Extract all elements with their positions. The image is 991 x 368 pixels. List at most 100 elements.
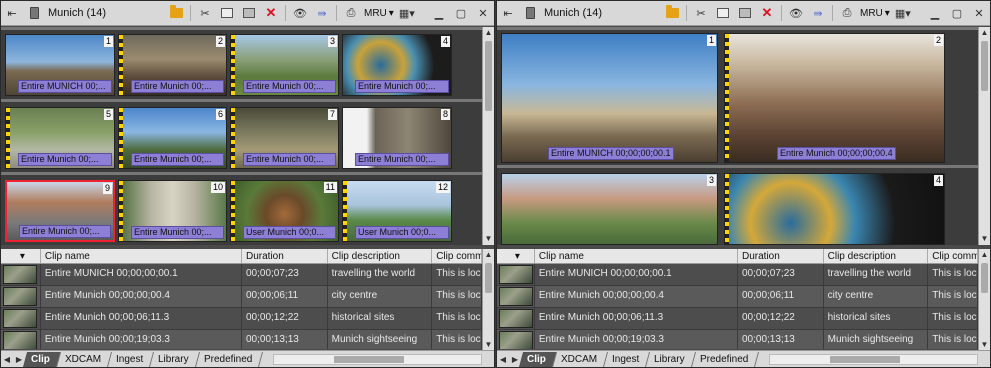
scroll-thumb[interactable] — [830, 356, 900, 363]
copy-icon[interactable] — [712, 3, 734, 24]
tab-clip[interactable]: Clip — [22, 351, 61, 367]
tab-ingest[interactable]: Ingest — [604, 351, 651, 367]
delete-icon[interactable]: ✕ — [756, 3, 778, 24]
clip-thumbnail-selected[interactable]: 9 Entire Munich 00;... — [5, 180, 115, 242]
column-header[interactable]: Duration — [738, 249, 824, 263]
minimize-icon[interactable]: ▁ — [924, 3, 946, 24]
pin-icon[interactable]: ⇤ — [497, 3, 519, 24]
clip-thumbnail[interactable]: 1 Entire MUNICH 00;00;00;00.1 — [501, 33, 718, 163]
thumb-column-header[interactable]: ▾ — [1, 249, 41, 263]
thumb-column-header[interactable]: ▾ — [497, 249, 535, 263]
clip-thumbnail[interactable]: 4 — [724, 173, 945, 245]
marker-strip — [231, 35, 235, 95]
maximize-icon[interactable]: ▢ — [450, 3, 472, 24]
maximize-icon[interactable]: ▢ — [946, 3, 968, 24]
column-header[interactable]: Clip comm — [928, 249, 978, 263]
mru-dropdown[interactable]: MRU ▾ — [858, 8, 892, 19]
tab-xdcam[interactable]: XDCAM — [552, 351, 609, 367]
scroll-up-icon[interactable]: ▲ — [979, 27, 990, 39]
copy-icon[interactable] — [216, 3, 238, 24]
thumbnail-scrollbar[interactable]: ▲ ▼ — [482, 27, 494, 245]
table-row[interactable]: Entire MUNICH 00;00;00;00.1 00;00;07;23 … — [497, 264, 978, 286]
tab-predefined[interactable]: Predefined — [195, 351, 264, 367]
comment-cell: This is local — [928, 330, 978, 349]
table-row[interactable]: Entire Munich 00;00;06;11.3 00;00;12;22 … — [1, 308, 482, 330]
clip-thumbnail[interactable]: 2 Entire Munich 00;... — [118, 34, 227, 96]
folder-up-icon[interactable] — [165, 3, 187, 24]
cut-icon[interactable]: ✂ — [690, 3, 712, 24]
close-icon[interactable]: ✕ — [968, 3, 990, 24]
tab-clip[interactable]: Clip — [518, 351, 557, 367]
delete-icon[interactable]: ✕ — [260, 3, 282, 24]
list-scrollbar[interactable]: ▲ ▼ — [978, 249, 990, 351]
thumbnail-scrollbar[interactable]: ▲ ▼ — [978, 27, 990, 245]
tab-prev-icon[interactable]: ◀ — [497, 355, 509, 364]
table-row[interactable]: Entire Munich 00;00;00;00.4 00;00;06;11 … — [1, 286, 482, 308]
scroll-thumb[interactable] — [981, 41, 988, 91]
scroll-down-icon[interactable]: ▼ — [979, 233, 990, 245]
eye-icon[interactable]: 👁 — [289, 3, 311, 24]
column-header[interactable]: Clip comm — [432, 249, 482, 263]
clip-thumbnail[interactable]: 7 Entire Munich 00;... — [230, 107, 339, 169]
table-row[interactable]: Entire Munich 00;00;06;11.3 00;00;12;22 … — [497, 308, 978, 330]
column-header[interactable]: Clip name — [41, 249, 242, 263]
mru-dropdown[interactable]: MRU ▾ — [362, 8, 396, 19]
clip-thumbnail[interactable]: 3 — [501, 173, 718, 245]
description-cell: Munich sightseeing — [328, 330, 433, 349]
forward-icon[interactable]: ⇛ — [311, 3, 333, 24]
clip-thumbnail[interactable]: 2 Entire Munich 00;00;00;00.4 — [724, 33, 945, 163]
tab-library[interactable]: Library — [646, 351, 696, 367]
clip-thumbnail[interactable]: 6 Entire Munich 00;... — [118, 107, 227, 169]
horizontal-scrollbar[interactable] — [769, 354, 978, 365]
table-row[interactable]: Entire Munich 00;00;00;00.4 00;00;06;11 … — [497, 286, 978, 308]
cut-icon[interactable]: ✂ — [194, 3, 216, 24]
scroll-up-icon[interactable]: ▲ — [483, 27, 494, 39]
clip-thumbnail[interactable]: 8 Entire Munich 00;... — [342, 107, 452, 169]
tab-xdcam[interactable]: XDCAM — [56, 351, 113, 367]
table-row[interactable]: Entire Munich 00;00;19;03.3 00;00;13;13 … — [1, 330, 482, 349]
layout-icon[interactable]: ▦▾ — [892, 3, 914, 24]
scroll-up-icon[interactable]: ▲ — [979, 249, 990, 261]
column-header[interactable]: Clip name — [535, 249, 738, 263]
table-row[interactable]: Entire MUNICH 00;00;00;00.1 00;00;07;23 … — [1, 264, 482, 286]
print-icon[interactable]: ⎙ — [340, 3, 362, 24]
print-icon[interactable]: ⎙ — [836, 3, 858, 24]
column-header[interactable]: Duration — [242, 249, 328, 263]
marker-strip — [343, 181, 347, 241]
clip-thumbnail[interactable]: 4 Entire Munich 00;... — [342, 34, 452, 96]
scroll-up-icon[interactable]: ▲ — [483, 249, 494, 261]
column-header[interactable]: Clip description — [824, 249, 929, 263]
clip-thumbnail[interactable]: 3 Entire Munich 00;... — [230, 34, 339, 96]
tab-ingest[interactable]: Ingest — [108, 351, 155, 367]
scroll-thumb[interactable] — [981, 263, 988, 293]
scroll-thumb[interactable] — [334, 356, 404, 363]
tab-library[interactable]: Library — [150, 351, 200, 367]
minimize-icon[interactable]: ▁ — [428, 3, 450, 24]
horizontal-scrollbar[interactable] — [273, 354, 482, 365]
forward-icon[interactable]: ⇛ — [807, 3, 829, 24]
tab-label: Ingest — [612, 353, 640, 365]
layout-icon[interactable]: ▦▾ — [396, 3, 418, 24]
tab-label: Clip — [31, 353, 50, 365]
clip-thumbnail[interactable]: 11 User Munich 00;0... — [230, 180, 339, 242]
pin-icon[interactable]: ⇤ — [1, 3, 23, 24]
column-header[interactable]: Clip description — [328, 249, 433, 263]
clip-thumbnail[interactable]: 5 Entire Munich 00;... — [5, 107, 115, 169]
list-scrollbar[interactable]: ▲ ▼ — [482, 249, 494, 351]
clip-thumbnail[interactable]: 1 Entire MUNICH 00;... — [5, 34, 115, 96]
clip-thumbnail[interactable]: 10 Entire Munich 00;... — [118, 180, 227, 242]
separator — [336, 5, 337, 21]
tab-prev-icon[interactable]: ◀ — [1, 355, 13, 364]
scroll-down-icon[interactable]: ▼ — [483, 233, 494, 245]
eye-icon[interactable]: 👁 — [785, 3, 807, 24]
paste-icon[interactable] — [734, 3, 756, 24]
clip-thumbnail[interactable]: 12 User Munich 00;0... — [342, 180, 452, 242]
scroll-thumb[interactable] — [485, 263, 492, 293]
table-row[interactable]: Entire Munich 00;00;19;03.3 00;00;13;13 … — [497, 330, 978, 349]
tab-predefined[interactable]: Predefined — [691, 351, 760, 367]
close-icon[interactable]: ✕ — [472, 3, 494, 24]
scroll-thumb[interactable] — [485, 41, 492, 111]
paste-icon[interactable] — [238, 3, 260, 24]
tab-label: Predefined — [203, 353, 253, 365]
folder-up-icon[interactable] — [661, 3, 683, 24]
